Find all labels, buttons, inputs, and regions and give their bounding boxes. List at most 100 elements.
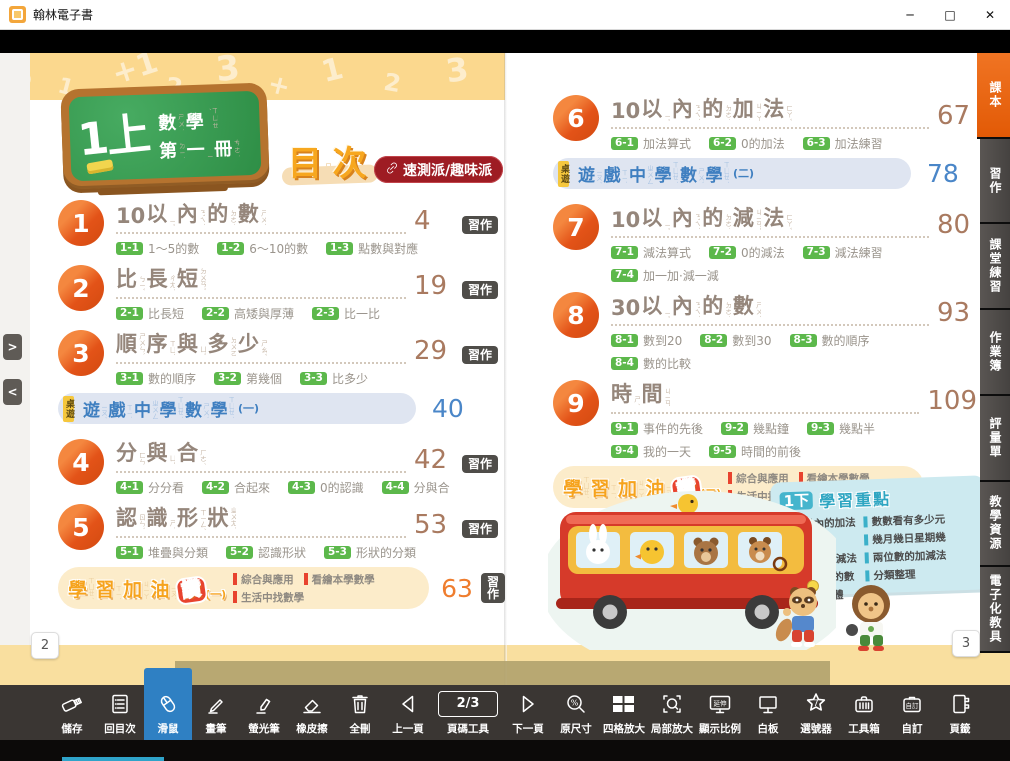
title-char: 學 (68, 575, 87, 602)
tool-自訂[interactable]: 自訂自訂 (888, 685, 936, 740)
tool-label: 上一頁 (392, 721, 424, 736)
chapter-number-circle: 9 (553, 380, 599, 426)
subsection-item[interactable]: 2-3比一比 (312, 305, 380, 322)
subsection-label: 數到30 (732, 332, 771, 349)
subsection-item[interactable]: 6-1加法算式 (611, 135, 691, 152)
chapter-row[interactable]: 2比ㄅㄧˇ長ㄔㄤˊ短ㄉㄨㄢˇ19習作2-1比長短2-2高矮與厚薄2-3比一比 (58, 263, 498, 322)
chapter-row[interactable]: 4分ㄈㄣ與ㄩˇ合ㄏㄜˊ42習作4-1分分看4-2合起來4-30的認識4-4分與合 (58, 437, 498, 496)
sidebar-tab-習作[interactable]: 習作 (980, 139, 1010, 225)
subsection-item[interactable]: 1-11～5的數 (116, 240, 199, 257)
subsection-item[interactable]: 3-3比多少 (300, 370, 368, 387)
sidebar-tab-課堂練習[interactable]: 課堂練習 (980, 224, 1010, 310)
chapter-row[interactable]: 5認ㄖㄣˋ識ㄕˋ形ㄒㄧㄥˊ狀ㄓㄨㄤˋ53習作5-1堆疊與分類5-2認識形狀5-3… (58, 502, 498, 561)
tool-儲存[interactable]: 儲存 (48, 685, 96, 740)
subsection-item[interactable]: 9-4我的一天 (611, 443, 691, 460)
tool-滑鼠[interactable]: 滑鼠 (144, 668, 192, 740)
subsection-item[interactable]: 4-2合起來 (202, 479, 270, 496)
zhuyin-annotation: ㄐㄧㄚ (755, 103, 762, 121)
subsection-item[interactable]: 4-4分與合 (382, 479, 450, 496)
horizontal-scrollbar-thumb[interactable] (175, 661, 830, 685)
subsection-item[interactable]: 7-3減法練習 (803, 244, 883, 261)
sidebar-tab-課本[interactable]: 課本 (977, 53, 1010, 139)
chapter-row[interactable]: 710以ㄧˇ內ㄋㄟˋ的ㄉㄜ˙減ㄐㄧㄢˇ法ㄈㄚˇ807-1減法算式7-20的減法7… (553, 202, 977, 284)
tool-頁籤[interactable]: 頁籤 (936, 685, 984, 740)
zhuyin-annotation: ㄧㄡˊ (100, 404, 107, 419)
subsection-item[interactable]: 9-2幾點鐘 (721, 420, 789, 437)
subsection-item[interactable]: 8-4數的比較 (611, 355, 691, 372)
subsection-item[interactable]: 2-1比長短 (116, 305, 184, 322)
subsection-item[interactable]: 8-3數的順序 (790, 332, 870, 349)
workbook-badge[interactable]: 習作 (462, 216, 498, 234)
tool-工具箱[interactable]: 工具箱 (840, 685, 888, 740)
subsection-label: 分與合 (414, 479, 450, 496)
tool-全刪[interactable]: 全刪 (336, 685, 384, 740)
quick-test-link-button[interactable]: 速測派/趣味派 (374, 156, 503, 183)
subsection-item[interactable]: 6-3加法練習 (803, 135, 883, 152)
tool-下一頁[interactable]: 下一頁 (504, 685, 552, 740)
chapter-row[interactable]: 830以ㄧˇ內ㄋㄟˋ的ㄉㄜ˙數ㄕㄨˋ938-1數到208-2數到308-3數的順… (553, 290, 977, 372)
tool-回目次[interactable]: 回目次 (96, 685, 144, 740)
tool-顯示比例[interactable]: 延伸顯示比例 (696, 685, 744, 740)
subsection-code-badge: 2-2 (202, 307, 229, 321)
maximize-button[interactable]: □ (930, 0, 970, 30)
title-char: 中 (629, 161, 646, 186)
left-page-number-tab[interactable]: 2 (31, 632, 59, 659)
workbook-badge[interactable]: 習作 (462, 520, 498, 538)
chapter-row[interactable]: 610以ㄧˇ內ㄋㄟˋ的ㄉㄜ˙加ㄐㄧㄚ法ㄈㄚˇ676-1加法算式6-20的加法6-… (553, 93, 977, 152)
tool-橡皮擦[interactable]: 橡皮擦 (288, 685, 336, 740)
subsection-item[interactable]: 5-2認識形狀 (226, 544, 306, 561)
tool-畫筆[interactable]: 畫筆 (192, 685, 240, 740)
subsection-item[interactable]: 7-4加一加·減一減 (611, 267, 719, 284)
chapter-subsections: 8-1數到20 8-2數到30 8-3數的順序 8-4數的比較 (611, 332, 967, 372)
subsection-item[interactable]: 9-5時間的前後 (709, 443, 801, 460)
close-button[interactable]: ✕ (970, 0, 1010, 30)
panel-collapse-arrow[interactable]: < (3, 379, 22, 405)
tool-螢光筆[interactable]: 螢光筆 (240, 685, 288, 740)
subsection-item[interactable]: 8-2數到30 (700, 332, 771, 349)
chapter-number-circle: 2 (58, 265, 104, 311)
boardgame-banner[interactable]: 桌遊遊ㄧㄡˊ戲ㄒㄧˋ中ㄓㄨㄥ學ㄒㄩㄝˊ數ㄕㄨˋ學ㄒㄩㄝˊ(一)40 (58, 393, 498, 424)
chapter-row[interactable]: 110以ㄧˇ內ㄋㄟˋ的ㄉㄜ˙數ㄕㄨˋ4習作1-11～5的數1-26～10的數1-… (58, 198, 498, 257)
subsection-item[interactable]: 5-3形狀的分類 (324, 544, 416, 561)
subsection-item[interactable]: 3-1數的順序 (116, 370, 196, 387)
chapter-subsections: 5-1堆疊與分類 5-2認識形狀 5-3形狀的分類 (116, 544, 472, 561)
subsection-item[interactable]: 7-1減法算式 (611, 244, 691, 261)
sidebar-tab-評量單[interactable]: 評量單 (980, 396, 1010, 482)
panel-expand-arrow[interactable]: > (3, 334, 22, 360)
workbook-badge[interactable]: 習作 (462, 281, 498, 299)
title-char: 法 (763, 202, 784, 232)
zhuyin-annotation: ㄒㄧˊ (115, 585, 122, 600)
workbook-badge[interactable]: 習作 (462, 455, 498, 473)
subsection-item[interactable]: 4-1分分看 (116, 479, 184, 496)
subsection-item[interactable]: 9-3幾點半 (807, 420, 875, 437)
workbook-badge[interactable]: 習作 (481, 573, 505, 603)
subsection-item[interactable]: 7-20的減法 (709, 244, 785, 261)
workbook-badge[interactable]: 習作 (462, 346, 498, 364)
zhuyin-annotation: ㄕㄠˇ (260, 340, 267, 356)
sidebar-tab-作業簿[interactable]: 作業簿 (980, 310, 1010, 396)
subsection-item[interactable]: 4-30的認識 (288, 479, 364, 496)
subsection-item[interactable]: 1-3點數與對應 (326, 240, 418, 257)
tool-選號器[interactable]: 7選號器 (792, 685, 840, 740)
chapter-row[interactable]: 3順ㄕㄨㄣˋ序ㄒㄩˋ與ㄩˇ多ㄉㄨㄛ少ㄕㄠˇ29習作3-1數的順序3-2第幾個3-… (58, 328, 498, 387)
right-page-number-tab[interactable]: 3 (952, 630, 980, 657)
minimize-button[interactable]: ─ (890, 0, 930, 30)
chapter-row[interactable]: 9時ㄕˊ間ㄐㄧㄢ1099-1事件的先後9-2幾點鐘9-3幾點半9-4我的一天9-… (553, 378, 977, 460)
subsection-item[interactable]: 6-20的加法 (709, 135, 785, 152)
tool-上一頁[interactable]: 上一頁 (384, 685, 432, 740)
boardgame-banner[interactable]: 桌遊遊ㄧㄡˊ戲ㄒㄧˋ中ㄓㄨㄥ學ㄒㄩㄝˊ數ㄕㄨˋ學ㄒㄩㄝˊ(二)78 (553, 158, 977, 189)
tool-局部放大[interactable]: 局部放大 (648, 685, 696, 740)
subsection-item[interactable]: 2-2高矮與厚薄 (202, 305, 294, 322)
subsection-item[interactable]: 1-26～10的數 (217, 240, 308, 257)
subsection-item[interactable]: 8-1數到20 (611, 332, 682, 349)
sidebar-tab-教學資源[interactable]: 教學資源 (980, 482, 1010, 568)
subsection-item[interactable]: 3-2第幾個 (214, 370, 282, 387)
sidebar-tab-電子化教具[interactable]: 電子化教具 (980, 567, 1010, 653)
tool-頁碼工具[interactable]: 2/3頁碼工具 (432, 685, 504, 740)
learning-booster-banner[interactable]: 學ㄒㄩㄝˊ習ㄒㄧˊ加ㄐㄧㄚ油ㄧㄡˊ讚(一)綜合與應用看繪本學數學生活中找數學63… (58, 567, 498, 609)
tool-原尺寸[interactable]: %原尺寸 (552, 685, 600, 740)
tool-四格放大[interactable]: 四格放大 (600, 685, 648, 740)
subsection-item[interactable]: 9-1事件的先後 (611, 420, 703, 437)
subsection-item[interactable]: 5-1堆疊與分類 (116, 544, 208, 561)
tool-白板[interactable]: 白板 (744, 685, 792, 740)
